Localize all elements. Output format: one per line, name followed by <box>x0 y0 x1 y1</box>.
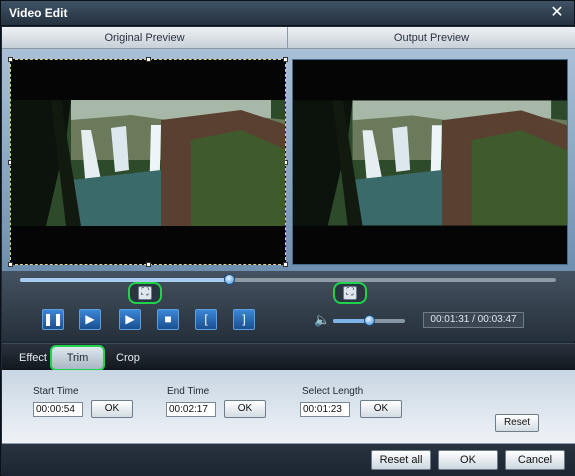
tab-bar: Effect Trim Crop <box>2 343 575 371</box>
pause-button[interactable]: ❚❚ <box>42 309 64 330</box>
set-start-button[interactable]: [ <box>195 309 217 330</box>
trim-end-marker[interactable]: ⛶ <box>333 282 367 304</box>
timeline-bar: ⛶ ⛶ ❚❚ ▶ ▶ ■ [ ] 🔈 00:01:31 / 00:03:47 <box>2 271 575 341</box>
end-ok-button[interactable]: OK <box>224 400 266 418</box>
video-edit-window: Video Edit ✕ Original Preview Output Pre… <box>0 0 575 476</box>
preview-area <box>2 49 575 271</box>
window-title: Video Edit <box>9 6 68 20</box>
preview-header: Original Preview Output Preview <box>2 27 575 49</box>
stop-button[interactable]: ■ <box>157 309 179 330</box>
start-time-field[interactable]: 00:00:54 <box>33 402 83 417</box>
time-display: 00:01:31 / 00:03:47 <box>423 312 524 328</box>
start-marker-icon: ⛶ <box>138 286 152 300</box>
playhead-knob[interactable] <box>224 274 235 285</box>
title-bar: Video Edit ✕ <box>1 1 574 26</box>
timeline-track[interactable] <box>20 278 556 282</box>
end-marker-icon: ⛶ <box>343 286 357 300</box>
close-icon[interactable]: ✕ <box>548 4 566 22</box>
footer: Reset all OK Cancel <box>2 444 575 476</box>
end-time-field[interactable]: 00:02:17 <box>166 402 216 417</box>
set-end-button[interactable]: ] <box>233 309 255 330</box>
play-selection-button[interactable]: ▶ <box>119 309 141 330</box>
crop-handle-ne[interactable] <box>283 57 288 62</box>
trim-panel: Start Time 00:00:54 OK End Time 00:02:17… <box>2 370 575 444</box>
tab-trim[interactable]: Trim <box>50 345 105 371</box>
end-time-label: End Time <box>167 386 210 397</box>
volume-icon[interactable]: 🔈 <box>314 312 330 328</box>
crop-handle-s[interactable] <box>146 262 151 267</box>
original-preview-frame[interactable] <box>8 57 288 267</box>
crop-handle-n[interactable] <box>146 57 151 62</box>
volume-knob[interactable] <box>364 315 375 326</box>
tab-crop[interactable]: Crop <box>116 348 140 368</box>
original-preview-label: Original Preview <box>2 27 288 49</box>
cancel-button[interactable]: Cancel <box>505 450 565 470</box>
crop-handle-sw[interactable] <box>8 262 13 267</box>
output-preview-frame <box>292 59 568 265</box>
reset-button[interactable]: Reset <box>495 414 539 432</box>
trim-start-marker[interactable]: ⛶ <box>128 282 162 304</box>
select-length-label: Select Length <box>302 386 364 397</box>
start-ok-button[interactable]: OK <box>91 400 133 418</box>
start-time-label: Start Time <box>33 386 79 397</box>
select-length-field[interactable]: 00:01:23 <box>300 402 350 417</box>
ok-button[interactable]: OK <box>438 450 498 470</box>
output-preview-label: Output Preview <box>393 32 470 44</box>
crop-handle-nw[interactable] <box>8 57 13 62</box>
crop-handle-se[interactable] <box>283 262 288 267</box>
length-ok-button[interactable]: OK <box>360 400 402 418</box>
waterfall-video-frame <box>11 100 285 226</box>
timeline-progress <box>20 278 228 282</box>
reset-all-button[interactable]: Reset all <box>371 450 431 470</box>
next-frame-button[interactable]: ▶ <box>79 309 101 330</box>
tab-effect[interactable]: Effect <box>19 348 47 368</box>
waterfall-output-frame <box>293 100 567 226</box>
